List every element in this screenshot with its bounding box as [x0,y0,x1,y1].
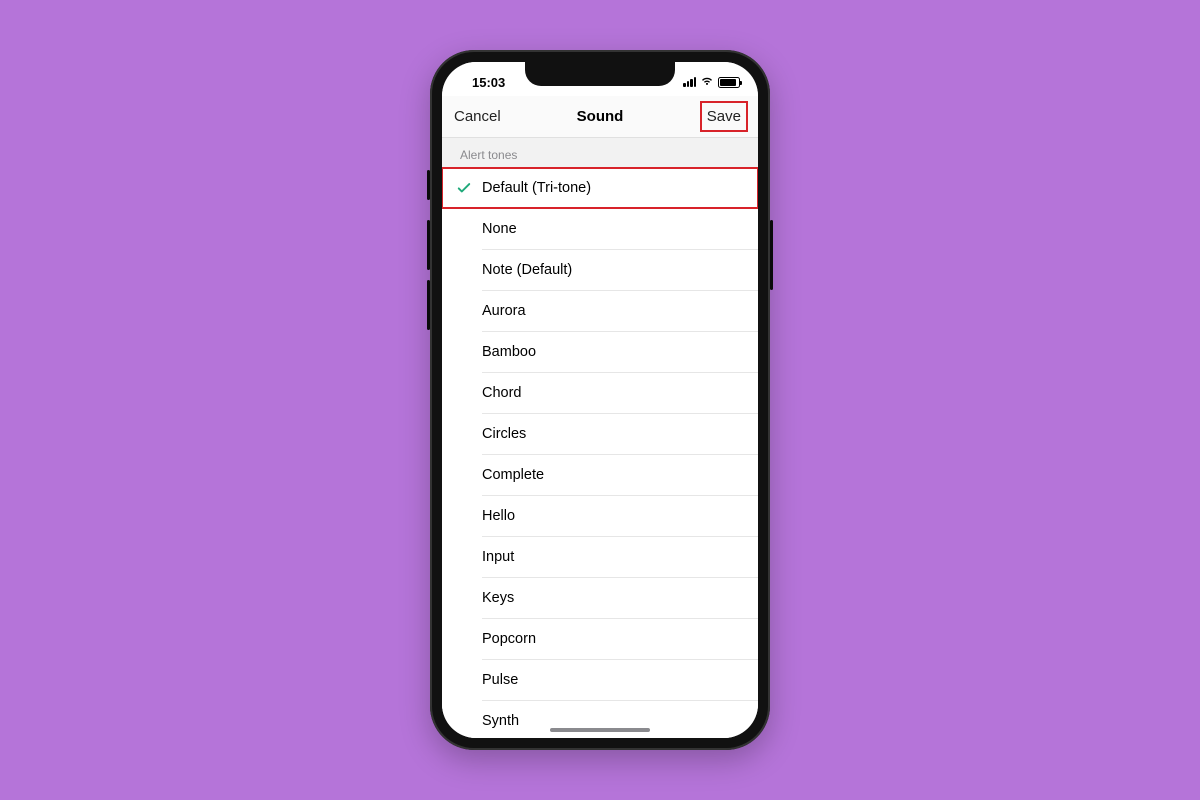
tone-row[interactable]: Synth [442,701,758,738]
battery-icon [718,77,740,88]
volume-down-button [427,280,430,330]
navigation-bar: Cancel Sound Save [442,96,758,138]
screen: 15:03 Cancel Sound Save Alert tones Defa… [442,62,758,738]
tone-row[interactable]: Note (Default) [442,250,758,290]
cellular-signal-icon [683,77,696,87]
tone-label: Popcorn [482,631,536,647]
tone-label: Bamboo [482,344,536,360]
tone-row[interactable]: Aurora [442,291,758,331]
tone-row[interactable]: Complete [442,455,758,495]
alert-tones-list: Default (Tri-tone) None Note (Default) Auro… [442,168,758,738]
tone-row[interactable]: Circles [442,414,758,454]
content-area[interactable]: Alert tones Default (Tri-tone) None Note (… [442,138,758,738]
tone-row[interactable]: Default (Tri-tone) [442,168,758,208]
cancel-button[interactable]: Cancel [452,104,503,129]
tone-label: None [482,221,517,237]
save-highlight: Save [700,101,748,132]
tone-row[interactable]: Popcorn [442,619,758,659]
tone-row[interactable]: Bamboo [442,332,758,372]
mute-switch [427,170,430,200]
phone-frame: 15:03 Cancel Sound Save Alert tones Defa… [430,50,770,750]
tone-label: Synth [482,713,519,729]
home-indicator[interactable] [550,728,650,732]
tone-row[interactable]: Hello [442,496,758,536]
power-button [770,220,773,290]
tone-label: Default (Tri-tone) [482,180,591,196]
tone-row[interactable]: None [442,209,758,249]
tone-row[interactable]: Input [442,537,758,577]
checkmark-icon [454,181,474,195]
tone-label: Aurora [482,303,526,319]
section-header-alert-tones: Alert tones [442,138,758,168]
status-indicators [683,69,740,90]
tone-label: Input [482,549,514,565]
page-title: Sound [577,108,624,125]
tone-label: Hello [482,508,515,524]
tone-label: Complete [482,467,544,483]
volume-up-button [427,220,430,270]
tone-row[interactable]: Keys [442,578,758,618]
tone-label: Circles [482,426,526,442]
tone-label: Note (Default) [482,262,572,278]
save-button[interactable]: Save [705,104,743,129]
status-time: 15:03 [466,69,505,90]
tone-row[interactable]: Chord [442,373,758,413]
tone-label: Keys [482,590,514,606]
tone-row[interactable]: Pulse [442,660,758,700]
wifi-icon [700,75,714,90]
tone-label: Pulse [482,672,518,688]
notch [525,62,675,86]
tone-label: Chord [482,385,522,401]
